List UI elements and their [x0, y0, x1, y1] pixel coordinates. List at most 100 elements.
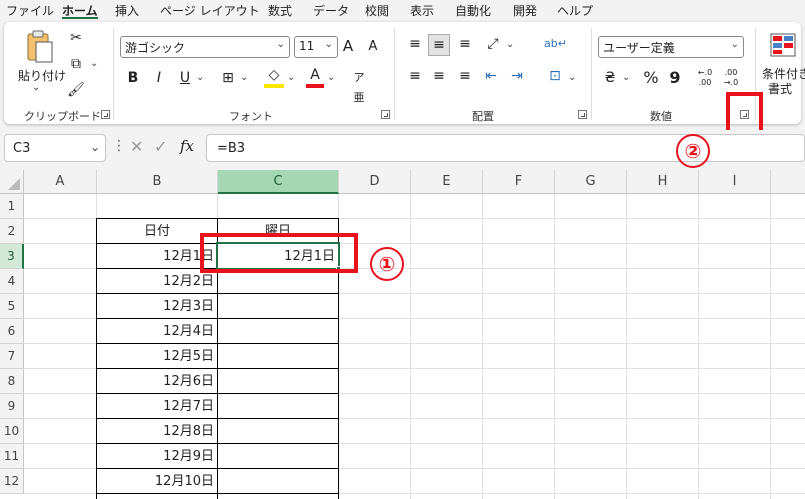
- column-header-a[interactable]: A: [24, 170, 97, 194]
- underline-button[interactable]: U: [176, 68, 194, 88]
- enter-icon[interactable]: ✓: [154, 137, 167, 156]
- cell-b7[interactable]: 12月5日: [97, 344, 214, 369]
- decrease-decimal-button[interactable]: .00 →.0: [720, 68, 742, 88]
- more-icon[interactable]: ⋮: [112, 138, 126, 154]
- merge-center-icon[interactable]: ⊡: [544, 66, 566, 86]
- cell-b9[interactable]: 12月7日: [97, 394, 214, 419]
- align-center-icon[interactable]: ≡: [428, 66, 450, 86]
- cut-icon[interactable]: ✂: [66, 28, 86, 48]
- decrease-indent-icon[interactable]: ⇤: [480, 66, 502, 86]
- tab-developer[interactable]: 開発: [513, 2, 537, 19]
- row-header-9[interactable]: 9: [0, 394, 24, 419]
- tab-view[interactable]: 表示: [410, 2, 434, 19]
- row-header-3[interactable]: 3: [0, 244, 24, 269]
- font-launcher-icon[interactable]: [381, 110, 390, 119]
- formula-input[interactable]: =B3: [206, 134, 805, 162]
- paste-icon[interactable]: [24, 30, 54, 64]
- column-header-i[interactable]: I: [699, 170, 771, 194]
- name-box[interactable]: C3 ⌄: [4, 134, 106, 162]
- ribbon: 貼り付け ⌄ ✂ ⧉ ⌄ 🖌 クリップボード 游ゴシック ⌄ 11 ⌄ A A B …: [4, 22, 805, 124]
- cell-b11[interactable]: 12月9日: [97, 444, 214, 469]
- number-format-combo[interactable]: ユーザー定義 ⌄: [598, 36, 744, 58]
- align-top-icon[interactable]: ≡: [404, 34, 426, 54]
- row-header-10[interactable]: 10: [0, 419, 24, 444]
- column-header-j[interactable]: [771, 170, 805, 194]
- paste-button[interactable]: 貼り付け: [18, 67, 66, 84]
- copy-dropdown-icon[interactable]: ⌄: [90, 58, 98, 69]
- row-header-2[interactable]: 2: [0, 219, 24, 244]
- tab-automate[interactable]: 自動化: [455, 2, 491, 19]
- column-header-e[interactable]: E: [411, 170, 483, 194]
- paste-dropdown-icon[interactable]: ⌄: [32, 82, 40, 93]
- tab-insert[interactable]: 挿入: [115, 2, 139, 19]
- fill-color-dropdown-icon[interactable]: ⌄: [287, 72, 295, 83]
- font-name-value: 游ゴシック: [125, 41, 186, 55]
- grow-font-icon[interactable]: A: [338, 36, 358, 56]
- row-header-4[interactable]: 4: [0, 269, 24, 294]
- fill-color-icon[interactable]: ◇: [264, 66, 284, 88]
- increase-decimal-button[interactable]: ←.0 .00: [694, 68, 716, 88]
- row-header-12[interactable]: 12: [0, 469, 24, 494]
- bold-button[interactable]: B: [124, 68, 142, 88]
- align-middle-icon[interactable]: ≡: [428, 34, 450, 56]
- cell-b4[interactable]: 12月2日: [97, 269, 214, 294]
- tab-formulas[interactable]: 数式: [268, 2, 292, 19]
- font-name-combo[interactable]: 游ゴシック ⌄: [120, 36, 290, 58]
- row-header-11[interactable]: 11: [0, 444, 24, 469]
- column-header-f[interactable]: F: [483, 170, 555, 194]
- italic-button[interactable]: I: [150, 68, 168, 88]
- conditional-formatting-label2[interactable]: 書式: [768, 80, 792, 97]
- font-color-icon[interactable]: A: [306, 66, 324, 88]
- underline-dropdown-icon[interactable]: ⌄: [196, 72, 204, 83]
- tab-file[interactable]: ファイル: [6, 2, 54, 19]
- format-painter-icon[interactable]: 🖌: [66, 80, 86, 100]
- cancel-icon[interactable]: ✕: [130, 137, 143, 156]
- insert-function-button[interactable]: fx: [180, 137, 194, 155]
- column-header-c[interactable]: C: [218, 170, 339, 194]
- phonetic-guide-icon[interactable]: ア亜: [350, 68, 368, 108]
- cell-b5[interactable]: 12月3日: [97, 294, 214, 319]
- wrap-text-icon[interactable]: ab↵: [544, 34, 567, 54]
- conditional-formatting-icon[interactable]: [769, 32, 799, 60]
- row-header-5[interactable]: 5: [0, 294, 24, 319]
- alignment-launcher-icon[interactable]: [578, 110, 587, 119]
- select-all-button[interactable]: [0, 170, 24, 194]
- cell-b8[interactable]: 12月6日: [97, 369, 214, 394]
- row-header-7[interactable]: 7: [0, 344, 24, 369]
- merge-dropdown-icon[interactable]: ⌄: [568, 72, 576, 83]
- increase-indent-icon[interactable]: ⇥: [506, 66, 528, 86]
- cell-b3[interactable]: 12月1日: [97, 244, 214, 269]
- gridline: [770, 194, 771, 499]
- cell-b2[interactable]: 日付: [97, 219, 217, 244]
- copy-icon[interactable]: ⧉: [66, 54, 86, 74]
- row-header-1[interactable]: 1: [0, 194, 24, 219]
- align-left-icon[interactable]: ≡: [404, 66, 426, 86]
- shrink-font-icon[interactable]: A: [364, 37, 382, 57]
- column-header-h[interactable]: H: [627, 170, 699, 194]
- tab-help[interactable]: ヘルプ: [557, 2, 593, 19]
- percent-button[interactable]: %: [642, 68, 660, 88]
- clipboard-launcher-icon[interactable]: [101, 110, 110, 119]
- orientation-dropdown-icon[interactable]: ⌄: [506, 39, 514, 50]
- cell-b10[interactable]: 12月8日: [97, 419, 214, 444]
- align-right-icon[interactable]: ≡: [454, 66, 476, 86]
- cell-b6[interactable]: 12月4日: [97, 319, 214, 344]
- tab-review[interactable]: 校閲: [365, 2, 389, 19]
- borders-icon[interactable]: ⊞: [218, 68, 238, 88]
- orientation-icon[interactable]: ⤢: [482, 34, 504, 54]
- comma-style-button[interactable]: 9: [668, 68, 682, 88]
- tab-data[interactable]: データ: [313, 2, 349, 19]
- tab-page-layout[interactable]: ページ レイアウト: [160, 2, 260, 19]
- font-size-combo[interactable]: 11 ⌄: [294, 36, 338, 58]
- currency-dropdown-icon[interactable]: ⌄: [622, 72, 630, 83]
- column-header-b[interactable]: B: [97, 170, 218, 194]
- borders-dropdown-icon[interactable]: ⌄: [240, 72, 248, 83]
- column-header-d[interactable]: D: [339, 170, 411, 194]
- align-bottom-icon[interactable]: ≡: [454, 34, 476, 54]
- row-header-8[interactable]: 8: [0, 369, 24, 394]
- column-header-g[interactable]: G: [555, 170, 627, 194]
- font-color-dropdown-icon[interactable]: ⌄: [327, 72, 335, 83]
- row-header-6[interactable]: 6: [0, 319, 24, 344]
- cell-b12[interactable]: 12月10日: [97, 469, 214, 494]
- currency-format-icon[interactable]: ₴: [600, 68, 620, 88]
